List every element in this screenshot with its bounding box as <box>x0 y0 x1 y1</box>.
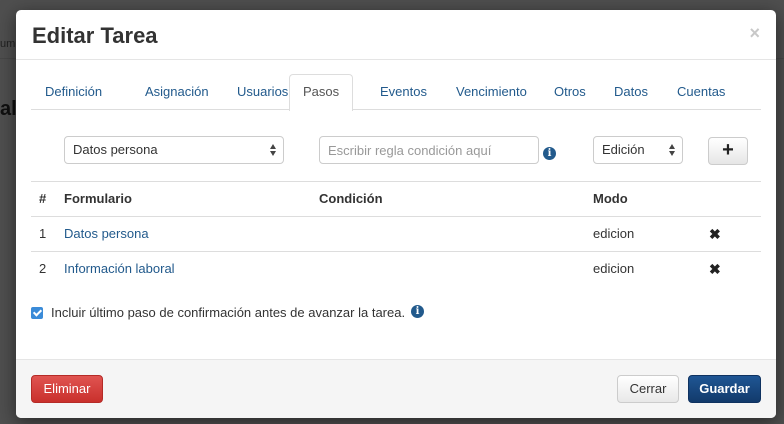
form-select-value: Datos persona <box>73 142 158 157</box>
select-arrows-icon <box>669 142 676 158</box>
add-step-button[interactable]: + <box>708 137 748 165</box>
row-number: 2 <box>39 261 47 276</box>
confirm-step-label: Incluir último paso de confirmación ante… <box>51 305 406 320</box>
table-row: 2 Información laboral edicion ✖ <box>31 251 761 286</box>
row-form-link[interactable]: Información laboral <box>64 252 175 287</box>
delete-row-icon[interactable]: ✖ <box>709 217 721 252</box>
tab-vencimiento[interactable]: Vencimiento <box>442 74 541 110</box>
column-header-mode: Modo <box>593 191 628 206</box>
mode-select[interactable]: Edición <box>593 136 683 164</box>
condition-input[interactable] <box>319 136 539 164</box>
close-button[interactable]: Cerrar <box>617 375 679 403</box>
tab-datos[interactable]: Datos <box>600 74 662 110</box>
tab-bar: Definición Asignación Usuarios Pasos Eve… <box>31 74 761 111</box>
mode-select-value: Edición <box>602 142 645 157</box>
row-mode: edicion <box>593 226 635 241</box>
tab-definicion[interactable]: Definición <box>31 74 116 110</box>
tab-eventos[interactable]: Eventos <box>366 74 441 110</box>
row-number: 1 <box>39 226 47 241</box>
column-header-form: Formulario <box>64 191 132 206</box>
table-row: 1 Datos persona edicion ✖ <box>31 216 761 251</box>
delete-row-icon[interactable]: ✖ <box>709 252 721 287</box>
modal-header: Editar Tarea × <box>16 10 776 60</box>
tab-asignacion[interactable]: Asignación <box>131 74 223 110</box>
select-arrows-icon <box>270 142 277 158</box>
modal-footer: Eliminar Cerrar Guardar <box>16 359 776 418</box>
row-mode: edicion <box>593 261 635 276</box>
tab-cuentas[interactable]: Cuentas <box>663 74 739 110</box>
modal-title: Editar Tarea <box>32 23 158 48</box>
table-header-row: # Formulario Condición Modo <box>31 181 761 216</box>
confirm-step-checkbox[interactable] <box>31 307 43 319</box>
row-form-link[interactable]: Datos persona <box>64 217 149 252</box>
column-header-number: # <box>39 191 47 206</box>
edit-task-modal: Editar Tarea × Definición Asignación Usu… <box>16 10 776 418</box>
save-button[interactable]: Guardar <box>688 375 761 403</box>
tab-pasos[interactable]: Pasos <box>289 74 354 111</box>
delete-button[interactable]: Eliminar <box>31 375 103 403</box>
tab-otros[interactable]: Otros <box>540 74 600 110</box>
info-icon[interactable]: i <box>543 147 556 160</box>
close-icon[interactable]: × <box>749 23 760 44</box>
info-icon[interactable]: i <box>411 305 424 318</box>
form-select[interactable]: Datos persona <box>64 136 284 164</box>
column-header-condition: Condición <box>319 191 383 206</box>
